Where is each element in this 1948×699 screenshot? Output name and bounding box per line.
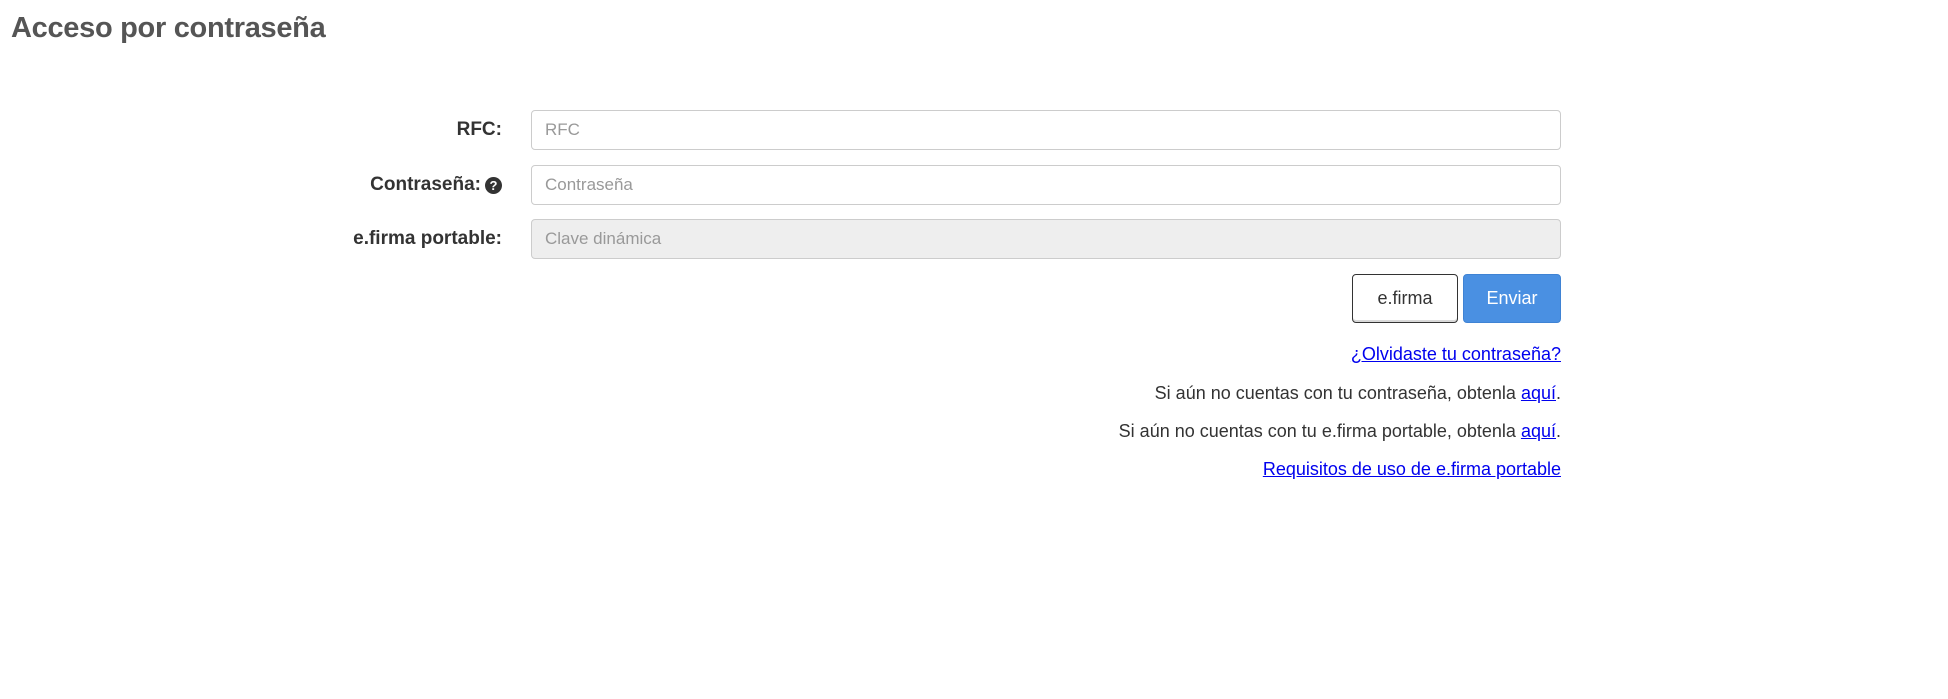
- rfc-row: RFC:: [0, 110, 1948, 150]
- dynamic-key-input: [531, 219, 1561, 259]
- password-input[interactable]: [531, 165, 1561, 205]
- forgot-password-link[interactable]: ¿Olvidaste tu contraseña?: [1351, 344, 1561, 364]
- get-password-period: .: [1555, 383, 1561, 403]
- get-efirma-text: Si aún no cuentas con tu e.firma portabl…: [1118, 421, 1521, 441]
- password-label: Contraseña: ?: [370, 165, 502, 205]
- get-password-text: Si aún no cuentas con tu contraseña, obt…: [1154, 383, 1521, 403]
- rfc-label: RFC:: [457, 110, 502, 150]
- password-row: Contraseña: ?: [0, 165, 1948, 205]
- get-efirma-link[interactable]: aquí: [1521, 421, 1556, 441]
- efirma-portable-row: e.firma portable:: [0, 219, 1948, 259]
- efirma-portable-label: e.firma portable:: [353, 219, 502, 259]
- enviar-button[interactable]: Enviar: [1463, 274, 1561, 323]
- rfc-input[interactable]: [531, 110, 1561, 150]
- requirements-link[interactable]: Requisitos de uso de e.firma portable: [1263, 459, 1561, 479]
- get-password-link[interactable]: aquí: [1521, 383, 1556, 403]
- password-label-text: Contraseña:: [370, 174, 481, 195]
- forgot-password-line: ¿Olvidaste tu contraseña?: [1351, 344, 1561, 365]
- rfc-label-text: RFC:: [456, 119, 502, 140]
- efirma-portable-label-text: e.firma portable:: [353, 228, 502, 249]
- get-efirma-period: .: [1555, 421, 1561, 441]
- requirements-line: Requisitos de uso de e.firma portable: [1263, 459, 1561, 480]
- question-circle-icon[interactable]: ?: [485, 176, 502, 194]
- efirma-button[interactable]: e.firma: [1352, 274, 1458, 323]
- get-password-line: Si aún no cuentas con tu contraseña, obt…: [1155, 383, 1561, 404]
- page-title: Acceso por contraseña: [11, 12, 326, 44]
- get-efirma-line: Si aún no cuentas con tu e.firma portabl…: [1119, 421, 1561, 442]
